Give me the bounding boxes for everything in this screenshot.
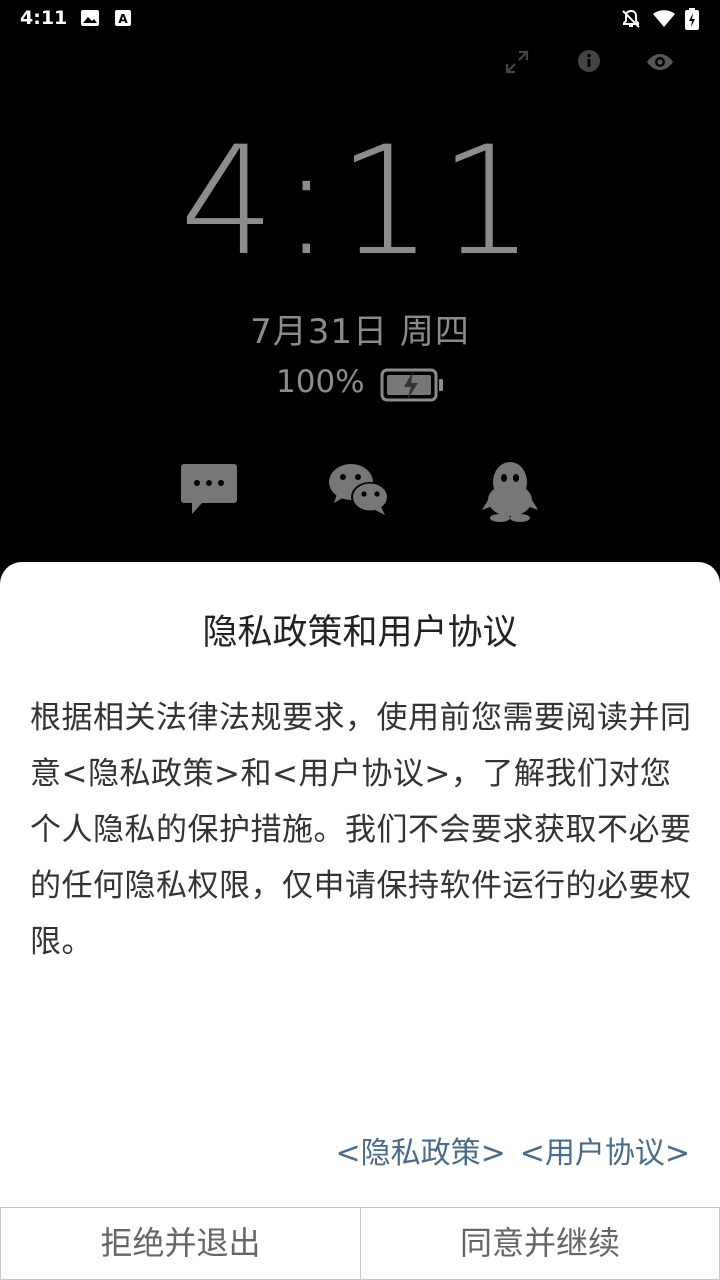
expand-icon[interactable] xyxy=(503,48,531,76)
status-time: 4:11 xyxy=(20,7,68,29)
date-display: 7月31日 周四 xyxy=(250,312,470,352)
privacy-dialog: 隐私政策和用户协议 根据相关法律法规要求，使用前您需要阅读并同意<隐私政策>和<… xyxy=(0,562,720,1280)
qq-icon[interactable] xyxy=(480,460,540,526)
policy-links: <隐私政策> <用户协议> xyxy=(335,1128,690,1172)
svg-text:A: A xyxy=(118,12,128,26)
wechat-icon[interactable] xyxy=(327,460,391,522)
mute-bell-icon xyxy=(620,8,642,34)
status-bar: 4:11 A xyxy=(0,0,720,36)
user-agreement-link[interactable]: <用户协议> xyxy=(520,1136,690,1171)
eye-icon[interactable] xyxy=(645,48,673,76)
dialog-title: 隐私政策和用户协议 xyxy=(202,613,518,653)
privacy-policy-link[interactable]: <隐私政策> xyxy=(335,1136,505,1171)
sms-icon[interactable] xyxy=(180,460,238,520)
battery-icon xyxy=(380,368,443,402)
dialog-body: 根据相关法律法规要求，使用前您需要阅读并同意<隐私政策>和<用户协议>，了解我们… xyxy=(30,700,692,960)
font-a-icon: A xyxy=(114,8,132,32)
dialog-button-row: 拒绝并退出 同意并继续 xyxy=(0,1207,720,1280)
reject-exit-button[interactable]: 拒绝并退出 xyxy=(0,1207,361,1280)
battery-charging-icon xyxy=(685,8,699,34)
wifi-icon xyxy=(652,8,676,32)
image-icon xyxy=(80,8,100,32)
agree-continue-button[interactable]: 同意并继续 xyxy=(360,1207,720,1280)
info-icon[interactable] xyxy=(576,48,604,76)
clock-display: 4:11 xyxy=(179,115,541,289)
battery-percent: 100% xyxy=(276,364,365,400)
